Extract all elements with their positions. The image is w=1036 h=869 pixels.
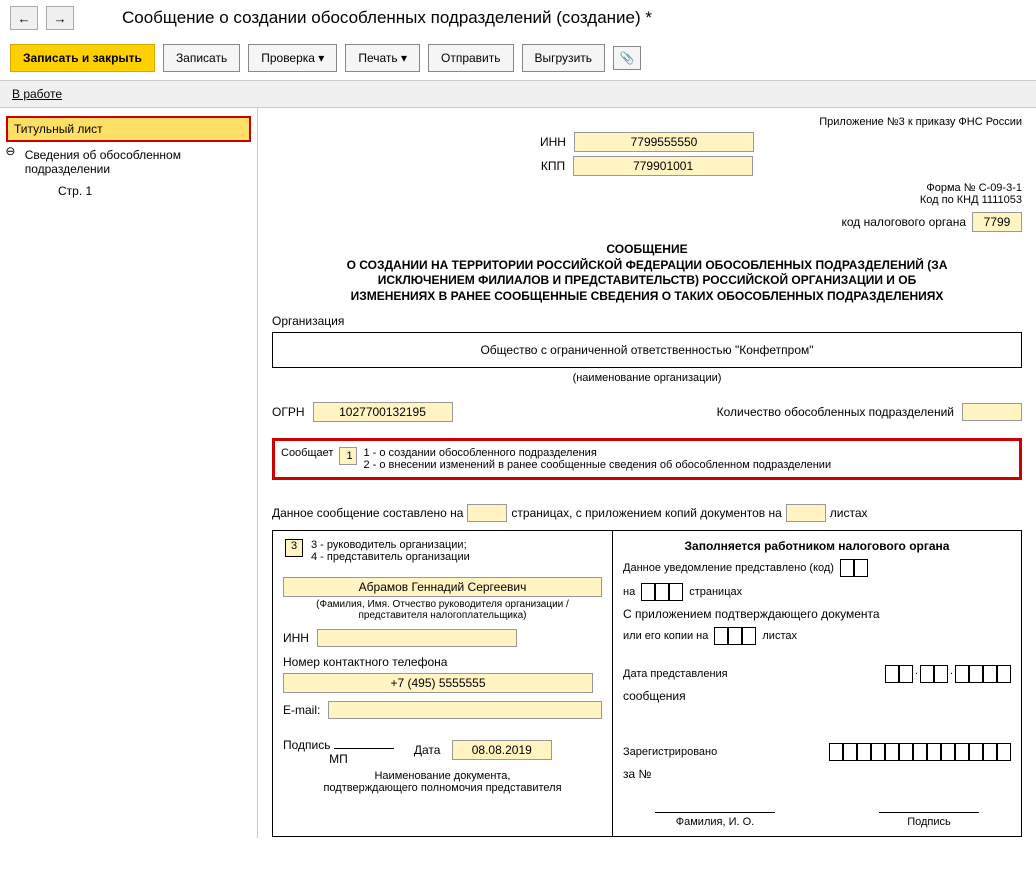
fio-line <box>655 797 775 813</box>
signature-line <box>334 733 394 749</box>
pages-text-3: листах <box>830 506 868 520</box>
full-name-caption: (Фамилия, Имя. Отчество руководителя орг… <box>283 599 602 621</box>
report-option-2: 2 - о внесении изменений в ранее сообщен… <box>363 459 831 471</box>
subdiv-count-label: Количество обособленных подразделений <box>717 405 954 419</box>
inn-label: ИНН <box>540 135 566 149</box>
phone-field[interactable]: +7 (495) 5555555 <box>283 673 593 693</box>
submit-date-label: Дата представления <box>623 668 728 680</box>
inn-field[interactable]: 7799555550 <box>574 132 754 152</box>
signer-option-3: 3 - руководитель организации; <box>311 539 470 551</box>
tax-notice-label: Данное уведомление представлено (код) <box>623 562 834 574</box>
page-title: Сообщение о создании обособленных подраз… <box>122 8 652 28</box>
tax-code-label: код налогового органа <box>842 215 967 229</box>
signer-code-field[interactable]: 3 <box>285 539 303 557</box>
mp-label: МП <box>329 752 348 766</box>
sidebar-item-subdivision[interactable]: Сведения об обособленном подразделении <box>19 144 253 180</box>
pages-text-1: Данное сообщение составлено на <box>272 506 463 520</box>
rep-doc-1: Наименование документа, <box>283 770 602 782</box>
save-button[interactable]: Записать <box>163 44 240 72</box>
signature-label: Подпись <box>283 738 331 752</box>
date-field[interactable]: 08.08.2019 <box>452 740 552 760</box>
report-section-highlight: Сообщает 1 1 - о создании обособленного … <box>272 438 1022 480</box>
back-button[interactable]: ← <box>10 6 38 30</box>
tax-on-label: на <box>623 586 635 598</box>
signer-inn-field[interactable] <box>317 629 517 647</box>
knd-code: Код по КНД 1111053 <box>272 194 1022 206</box>
date-label: Дата <box>414 743 441 757</box>
sidebar-item-page1[interactable]: Стр. 1 <box>52 180 253 202</box>
report-option-1: 1 - о создании обособленного подразделен… <box>363 447 831 459</box>
pages-count-field[interactable] <box>467 504 507 522</box>
status-link[interactable]: В работе <box>12 87 62 101</box>
kpp-field[interactable]: 779901001 <box>573 156 753 176</box>
tree-toggle-icon[interactable]: ⊖ <box>4 144 17 158</box>
signer-inn-label: ИНН <box>283 631 309 645</box>
subdiv-count-field[interactable] <box>962 403 1022 421</box>
tax-section-title: Заполняется работником налогового органа <box>623 539 1011 553</box>
paperclip-icon: 📎 <box>620 51 635 65</box>
fio-label: Фамилия, И. О. <box>655 816 775 828</box>
tax-pages-label: страницах <box>689 586 742 598</box>
org-label: Организация <box>272 314 1022 328</box>
forward-button[interactable]: → <box>46 6 74 30</box>
sig-line-right <box>879 797 979 813</box>
sidebar-item-title-page[interactable]: Титульный лист <box>6 116 251 142</box>
attach-button[interactable]: 📎 <box>613 46 641 70</box>
submit-msg-label: сообщения <box>623 689 1011 703</box>
sig-label-right: Подпись <box>879 816 979 828</box>
tax-with-app-label: С приложением подтверждающего документа <box>623 607 1011 621</box>
email-field[interactable] <box>328 701 602 719</box>
pages-text-2: страницах, с приложением копий документо… <box>511 506 781 520</box>
export-button[interactable]: Выгрузить <box>522 44 606 72</box>
registered-label: Зарегистрировано <box>623 746 717 758</box>
tax-sheets-label: листах <box>762 630 797 642</box>
send-button[interactable]: Отправить <box>428 44 514 72</box>
save-close-button[interactable]: Записать и закрыть <box>10 44 155 72</box>
full-name-field[interactable]: Абрамов Геннадий Сергеевич <box>283 577 602 597</box>
tax-code-field[interactable]: 7799 <box>972 212 1022 232</box>
for-no-label: за № <box>623 767 1011 781</box>
org-name-box[interactable]: Общество с ограниченной ответственностью… <box>272 332 1022 368</box>
tax-or-copy-label: или его копии на <box>623 630 708 642</box>
ogrn-label: ОГРН <box>272 405 305 419</box>
ogrn-field[interactable]: 1027700132195 <box>313 402 453 422</box>
kpp-label: КПП <box>541 159 565 173</box>
report-label: Сообщает <box>281 447 333 459</box>
doc-title-1: СООБЩЕНИЕ <box>272 242 1022 258</box>
rep-doc-2: подтверждающего полномочия представителя <box>283 782 602 794</box>
signer-option-4: 4 - представитель организации <box>311 551 470 563</box>
phone-label: Номер контактного телефона <box>283 655 602 669</box>
form-code: Форма № С-09-3-1 <box>272 182 1022 194</box>
report-code-field[interactable]: 1 <box>339 447 357 465</box>
print-button[interactable]: Печать <box>345 44 420 72</box>
email-label: E-mail: <box>283 703 320 717</box>
check-button[interactable]: Проверка <box>248 44 337 72</box>
org-caption: (наименование организации) <box>272 372 1022 384</box>
appendix-note: Приложение №3 к приказу ФНС России <box>272 116 1022 128</box>
attach-sheets-field[interactable] <box>786 504 826 522</box>
doc-title-2: О СОЗДАНИИ НА ТЕРРИТОРИИ РОССИЙСКОЙ ФЕДЕ… <box>337 258 957 305</box>
